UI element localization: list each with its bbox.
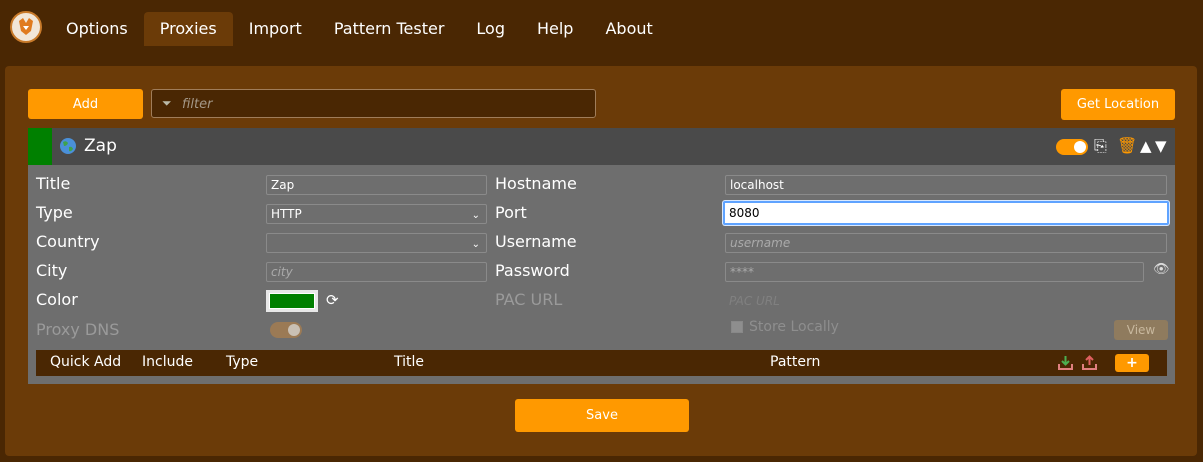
top-navigation: Options Proxies Import Pattern Tester Lo…	[0, 0, 1203, 46]
proxy-enabled-toggle[interactable]	[1056, 139, 1088, 155]
chevron-down-icon: ⌄	[471, 210, 480, 221]
move-down-icon[interactable]: ▼	[1155, 137, 1167, 155]
get-location-button[interactable]: Get Location	[1061, 89, 1175, 120]
proxy-card: Zap ⎘ 🗑 ▲ ▼ Title Type HTTP ⌄ Country ⌄ …	[28, 128, 1175, 384]
import-patterns-icon[interactable]	[1058, 355, 1073, 370]
column-quick-add: Quick Add	[50, 354, 122, 370]
type-select[interactable]: HTTP ⌄	[266, 204, 487, 224]
store-locally-label: Store Locally	[749, 319, 839, 335]
proxy-dns-label: Proxy DNS	[36, 320, 120, 339]
proxy-dns-toggle[interactable]	[270, 322, 302, 338]
port-label: Port	[495, 203, 527, 222]
add-pattern-button[interactable]: +	[1115, 354, 1149, 372]
filter-box: ⏷	[151, 89, 596, 118]
color-swatch-fill	[270, 294, 314, 308]
save-button[interactable]: Save	[515, 399, 689, 432]
tab-proxies[interactable]: Proxies	[143, 12, 233, 46]
title-label: Title	[36, 174, 71, 193]
hostname-label: Hostname	[495, 174, 577, 193]
tab-import[interactable]: Import	[233, 12, 318, 46]
tab-help[interactable]: Help	[521, 12, 589, 46]
toggle-knob	[288, 324, 300, 336]
delete-icon[interactable]: 🗑	[1117, 137, 1137, 155]
column-include: Include	[142, 354, 193, 370]
proxy-card-header: Zap ⎘ 🗑 ▲ ▼	[28, 128, 1175, 165]
username-label: Username	[495, 232, 577, 251]
move-up-icon[interactable]: ▲	[1140, 137, 1152, 155]
password-field[interactable]	[725, 262, 1144, 282]
type-label: Type	[36, 203, 73, 222]
tab-pattern-tester[interactable]: Pattern Tester	[318, 12, 461, 46]
refresh-color-icon[interactable]: ⟳	[326, 291, 339, 309]
duplicate-icon[interactable]: ⎘	[1094, 137, 1107, 155]
port-field[interactable]	[723, 201, 1169, 225]
globe-icon	[60, 138, 76, 154]
filter-input[interactable]	[180, 94, 584, 115]
column-pattern: Pattern	[770, 354, 821, 370]
proxy-color-strip	[28, 128, 52, 165]
tab-log[interactable]: Log	[460, 12, 521, 46]
title-field[interactable]	[266, 175, 487, 195]
column-title: Title	[394, 354, 425, 370]
tab-about[interactable]: About	[589, 12, 668, 46]
chevron-down-icon: ⌄	[471, 239, 480, 250]
export-patterns-icon[interactable]	[1082, 355, 1097, 370]
city-field[interactable]	[266, 262, 487, 282]
tab-options[interactable]: Options	[50, 12, 144, 46]
pattern-table-header: Quick Add Include Type Title Pattern +	[36, 350, 1167, 376]
color-picker[interactable]	[266, 290, 318, 312]
city-label: City	[36, 261, 68, 280]
pac-url-field[interactable]: PAC URL	[729, 294, 780, 308]
column-type: Type	[226, 354, 259, 370]
username-field[interactable]	[725, 233, 1167, 253]
hostname-field[interactable]	[725, 175, 1167, 195]
proxy-title: Zap	[84, 136, 117, 156]
view-pac-button[interactable]: View	[1114, 320, 1168, 340]
nav-tabs: Options Proxies Import Pattern Tester Lo…	[50, 12, 669, 46]
filter-icon: ⏷	[162, 96, 172, 110]
color-label: Color	[36, 290, 78, 309]
toggle-knob	[1074, 141, 1086, 153]
show-password-eye-icon[interactable]: 👁	[1153, 262, 1170, 277]
country-label: Country	[36, 232, 100, 251]
add-proxy-button[interactable]: Add	[28, 89, 143, 119]
type-select-value: HTTP	[271, 207, 302, 221]
country-select[interactable]: ⌄	[266, 233, 487, 253]
pac-url-label: PAC URL	[495, 290, 563, 309]
password-label: Password	[495, 261, 570, 280]
store-locally-checkbox[interactable]	[731, 321, 743, 333]
foxyproxy-logo-icon	[10, 11, 42, 43]
